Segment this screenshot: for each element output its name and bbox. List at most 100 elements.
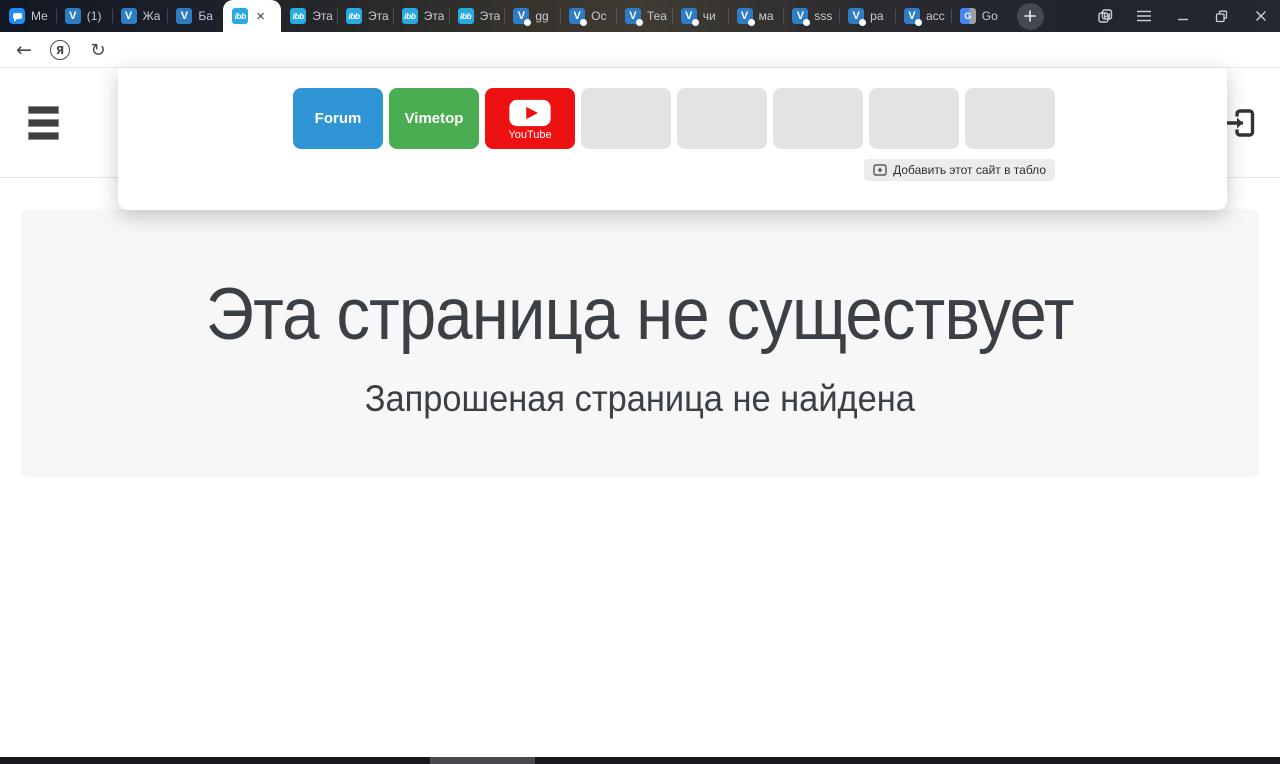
taskbar-strip [0,757,1280,764]
tile-forum[interactable]: Forum [293,88,383,149]
tab-label: Ба [198,9,213,23]
tab[interactable]: V Ос [560,0,616,32]
tile-empty[interactable] [773,88,863,149]
tab[interactable]: V Ба [167,0,223,32]
ibb-favicon: ibb [290,8,306,24]
tab[interactable]: ibb Эта [281,0,337,32]
tab[interactable]: G Go [951,0,1007,32]
plus-icon [1024,10,1036,22]
tab-label: Эта [480,9,501,23]
v-favicon: V [737,8,753,24]
error-title: Эта страница не существует [206,273,1074,356]
hamburger-menu-button[interactable] [28,106,59,140]
ibb-favicon: ibb [232,8,248,24]
tab-close-button[interactable]: × [256,9,265,24]
back-button[interactable]: ← [10,32,38,68]
error-card: Эта страница не существует Запрошеная ст… [21,209,1259,477]
tile-label: Vimetop [405,110,464,127]
tab-label: gg [535,9,548,23]
v-favicon: V [65,8,81,24]
tab[interactable]: V (1) [56,0,112,32]
login-button[interactable] [1222,104,1260,147]
tab[interactable]: V Жа [112,0,168,32]
tab-label: чи [703,9,716,23]
tab-label: ма [759,9,774,23]
tab[interactable]: ibb Эта [449,0,505,32]
tab-label: Ме [31,9,48,23]
close-window-button[interactable] [1241,0,1280,32]
taskbar-strip-segment [430,757,535,764]
tab[interactable]: Vчи [672,0,728,32]
v-favicon: V [121,8,137,24]
back-icon: ← [16,39,32,61]
tab-active[interactable]: ibb × [223,0,281,32]
ibb-favicon: ibb [346,8,362,24]
tab-label: sss [814,9,832,23]
v-favicon: V [904,8,920,24]
v-favicon: V [681,8,697,24]
tab[interactable]: Vgg [504,0,560,32]
add-site-label: Добавить этот сайт в табло [893,163,1046,177]
tile-empty[interactable] [581,88,671,149]
add-site-to-tableau-button[interactable]: Добавить этот сайт в табло [864,159,1055,181]
new-tab-button[interactable] [1017,3,1044,30]
tab-bar: МеV(1)VЖаVБаibb×ibbЭтаibbЭтаibbЭтаibbЭта… [0,0,1280,32]
tab[interactable]: Vра [839,0,895,32]
close-icon [1255,10,1267,22]
tab[interactable]: Vма [728,0,784,32]
tab[interactable]: ibb Эта [393,0,449,32]
tableau-tiles: Forum Vimetop YouTube [293,88,1055,149]
v-favicon: V [513,8,529,24]
panels-icon [1096,7,1114,25]
tab[interactable]: Vsss [783,0,839,32]
tile-empty[interactable] [965,88,1055,149]
add-in-box-icon [873,164,887,176]
v-favicon: V [625,8,641,24]
chat-favicon [9,8,25,24]
v-favicon: V [569,8,585,24]
minimize-icon [1177,10,1189,22]
v-favicon: V [848,8,864,24]
ibb-favicon: ibb [458,8,474,24]
tab[interactable]: ibbЭта [337,0,393,32]
window-controls [1085,0,1280,32]
tab-label: Жа [143,9,161,23]
tab-label: ра [870,9,883,23]
tab-strip: МеV(1)VЖаVБаibb×ibbЭтаibbЭтаibbЭтаibbЭта… [0,0,1007,32]
reload-button[interactable]: ↻ [84,32,112,68]
tab-label: Эта [424,9,445,23]
tile-label: YouTube [508,129,551,141]
address-bar: ← Я ↻ https://ibb.co/dkM3bh8 Копировать … [0,32,1280,68]
tab-label: (1) [87,9,102,23]
v-favicon: V [176,8,192,24]
browser-menu-button[interactable] [1124,0,1163,32]
tile-youtube[interactable]: YouTube [485,88,575,149]
tab[interactable]: Vасс [895,0,951,32]
tab-label: асс [926,9,945,23]
minimize-button[interactable] [1163,0,1202,32]
tab-label: Ос [591,9,606,23]
ibb-favicon: ibb [402,8,418,24]
login-icon [1222,104,1260,142]
tile-label: Forum [315,110,362,127]
tile-vimetop[interactable]: Vimetop [389,88,479,149]
yandex-icon: Я [50,40,70,60]
tab[interactable]: Ме [0,0,56,32]
restore-icon [1215,10,1228,23]
tab-label: Go [982,9,998,23]
tab-label: Эта [312,9,333,23]
youtube-play-icon [507,98,553,128]
hamburger-icon [28,106,59,114]
yandex-button[interactable]: Я [48,32,72,68]
translate-favicon: G [960,8,976,24]
tile-empty[interactable] [677,88,767,149]
tab[interactable]: VТеа [616,0,672,32]
tab-panels-button[interactable] [1085,0,1124,32]
v-favicon: V [792,8,808,24]
reload-icon: ↻ [90,40,105,61]
tableau-dropdown-panel: Forum Vimetop YouTube Добавить этот сайт в… [118,68,1227,210]
restore-button[interactable] [1202,0,1241,32]
menu-icon [1136,10,1152,22]
error-subtitle: Запрошеная страница не найдена [365,378,915,420]
tile-empty[interactable] [869,88,959,149]
